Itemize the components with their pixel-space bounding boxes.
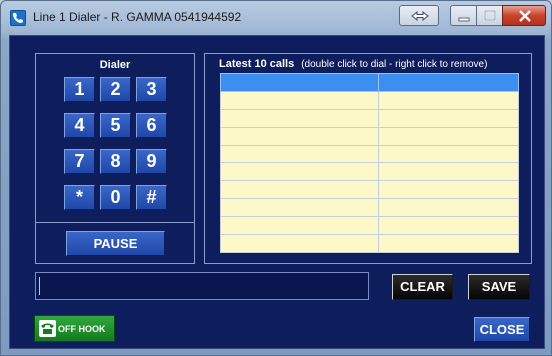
key-6[interactable]: 6 — [136, 113, 167, 138]
table-cell[interactable] — [378, 180, 519, 200]
table-cell[interactable] — [220, 162, 379, 182]
maximize-button[interactable] — [476, 5, 503, 26]
table-cell[interactable] — [220, 198, 379, 218]
clear-button[interactable]: CLEAR — [392, 274, 453, 300]
table-cell[interactable] — [378, 162, 519, 182]
table-row[interactable] — [220, 198, 519, 218]
key-star[interactable]: * — [64, 185, 95, 210]
key-8[interactable]: 8 — [100, 149, 131, 174]
window-title: Line 1 Dialer - R. GAMMA 0541944592 — [33, 10, 242, 24]
table-cell[interactable] — [220, 180, 379, 200]
table-row[interactable] — [220, 108, 519, 128]
key-9[interactable]: 9 — [136, 149, 167, 174]
table-cell[interactable] — [378, 90, 519, 110]
title-bar: Line 1 Dialer - R. GAMMA 0541944592 — [1, 1, 551, 35]
key-2[interactable]: 2 — [100, 77, 131, 102]
latest-calls-table[interactable] — [220, 73, 519, 253]
table-cell[interactable] — [220, 216, 379, 236]
dialer-window: Line 1 Dialer - R. GAMMA 0541944592 Dial… — [0, 0, 552, 356]
table-row[interactable] — [220, 126, 519, 146]
table-row[interactable] — [220, 180, 519, 200]
table-row[interactable] — [220, 162, 519, 182]
table-cell[interactable] — [220, 73, 379, 92]
save-button[interactable]: SAVE — [468, 274, 530, 300]
table-cell[interactable] — [378, 198, 519, 218]
off-hook-button[interactable]: OFF HOOK — [34, 315, 115, 342]
key-1[interactable]: 1 — [64, 77, 95, 102]
dialer-title: Dialer — [99, 59, 131, 71]
table-cell[interactable] — [378, 216, 519, 236]
table-cell[interactable] — [378, 126, 519, 146]
dialer-client-area: Dialer 1 2 3 4 5 6 7 8 9 * 0 # PAUSE Lat… — [9, 35, 545, 349]
key-4[interactable]: 4 — [64, 113, 95, 138]
table-row[interactable] — [220, 234, 519, 253]
key-5[interactable]: 5 — [100, 113, 131, 138]
table-cell[interactable] — [378, 234, 519, 253]
table-cell[interactable] — [378, 73, 519, 92]
telephone-icon — [39, 320, 56, 337]
restore-size-button[interactable] — [399, 5, 439, 26]
latest-calls-title: Latest 10 calls — [219, 58, 295, 70]
table-row[interactable] — [220, 144, 519, 164]
table-cell[interactable] — [220, 144, 379, 164]
pause-button[interactable]: PAUSE — [66, 231, 165, 256]
phone-app-icon — [10, 10, 26, 26]
table-cell[interactable] — [220, 108, 379, 128]
close-window-button[interactable] — [502, 5, 546, 26]
key-3[interactable]: 3 — [136, 77, 167, 102]
latest-calls-panel: Latest 10 calls (double click to dial - r… — [204, 53, 532, 264]
latest-calls-header: Latest 10 calls (double click to dial - r… — [219, 58, 487, 70]
key-hash[interactable]: # — [136, 185, 167, 210]
key-7[interactable]: 7 — [64, 149, 95, 174]
dialer-panel: Dialer 1 2 3 4 5 6 7 8 9 * 0 # PAUSE — [35, 53, 195, 264]
table-cell[interactable] — [220, 234, 379, 253]
close-button[interactable]: CLOSE — [474, 317, 530, 342]
table-row[interactable] — [220, 216, 519, 236]
table-cell[interactable] — [378, 144, 519, 164]
latest-calls-hint: (double click to dial - right click to r… — [301, 59, 488, 70]
off-hook-label: OFF HOOK — [58, 324, 106, 334]
text-caret — [39, 277, 40, 295]
table-row[interactable] — [220, 73, 519, 92]
table-row[interactable] — [220, 90, 519, 110]
table-cell[interactable] — [378, 108, 519, 128]
minimize-button[interactable] — [450, 5, 477, 26]
key-0[interactable]: 0 — [100, 185, 131, 210]
dialer-divider — [36, 222, 194, 223]
table-cell[interactable] — [220, 90, 379, 110]
dial-number-field[interactable] — [35, 272, 369, 300]
table-cell[interactable] — [220, 126, 379, 146]
